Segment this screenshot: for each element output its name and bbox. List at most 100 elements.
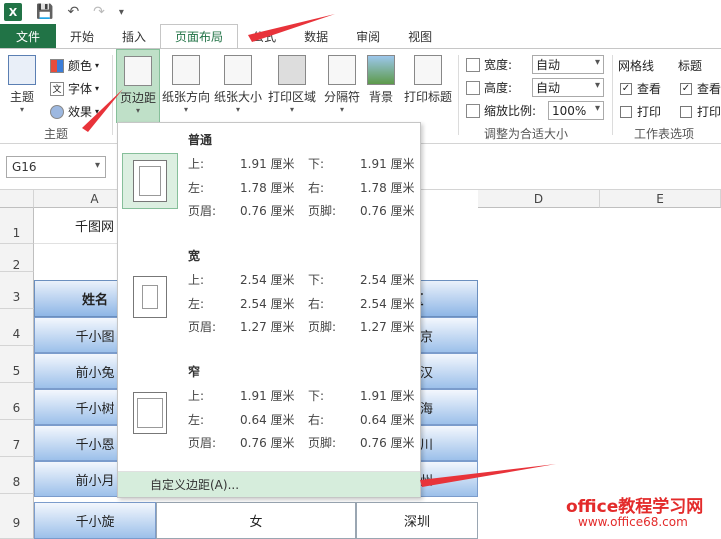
row-header[interactable]: 4 bbox=[0, 309, 34, 346]
scale-label: 缩放比例: bbox=[484, 104, 537, 118]
headings-print-label: 打印 bbox=[697, 105, 721, 119]
right-label: 右: bbox=[308, 181, 325, 195]
redo-icon[interactable]: ↷ bbox=[93, 4, 105, 20]
scale-spinner[interactable]: 100% bbox=[548, 101, 604, 120]
footer-value: 0.76 厘米 bbox=[360, 204, 415, 218]
themes-button[interactable]: 主题 ▾ bbox=[8, 49, 36, 114]
headings-view-checkbox[interactable]: ✓ 查看 bbox=[680, 80, 721, 97]
fonts-button[interactable]: 文 字体 ▾ bbox=[50, 80, 99, 97]
margins-button[interactable]: 页边距 ▾ bbox=[116, 49, 160, 123]
fonts-label: 字体 bbox=[68, 82, 93, 96]
header-label: 页眉: bbox=[188, 320, 217, 334]
left-value: 2.54 厘米 bbox=[240, 297, 295, 311]
chevron-down-icon: ▾ bbox=[135, 106, 140, 115]
margin-option-wide[interactable]: 宽 上: 2.54 厘米 下: 2.54 厘米 左: 2.54 厘米 右: 2.… bbox=[118, 239, 420, 351]
select-all-corner[interactable] bbox=[0, 190, 34, 208]
orientation-button[interactable]: 纸张方向 ▾ bbox=[162, 49, 210, 114]
gridlines-view-checkbox[interactable]: ✓ 查看 bbox=[620, 80, 661, 97]
bottom-label: 下: bbox=[308, 273, 325, 287]
customize-qat-icon[interactable]: ▾ bbox=[119, 7, 124, 18]
height-label: 高度: bbox=[484, 81, 513, 95]
height-icon bbox=[466, 80, 480, 95]
left-value: 0.64 厘米 bbox=[240, 413, 295, 427]
checkmark-icon: ✓ bbox=[620, 82, 632, 95]
footer-value: 1.27 厘米 bbox=[360, 320, 415, 334]
print-area-button[interactable]: 打印区域 ▾ bbox=[268, 49, 316, 114]
tab-file[interactable]: 文件 bbox=[0, 24, 57, 48]
table-cell-gender[interactable]: 女 bbox=[156, 502, 356, 539]
headings-heading: 标题 bbox=[678, 59, 703, 73]
row-header[interactable]: 9 bbox=[0, 494, 34, 539]
row-header[interactable]: 6 bbox=[0, 383, 34, 420]
header-label: 页眉: bbox=[188, 204, 217, 218]
table-cell-name[interactable]: 千小旋 bbox=[34, 502, 156, 539]
chevron-down-icon: ▾ bbox=[289, 105, 294, 114]
background-button[interactable]: 背景 bbox=[366, 49, 396, 105]
bottom-value: 1.91 厘米 bbox=[360, 157, 415, 171]
top-label: 上: bbox=[188, 273, 205, 287]
chevron-down-icon: ▾ bbox=[95, 84, 100, 93]
tab-formulas[interactable]: 公式 bbox=[238, 24, 290, 48]
footer-label: 页脚: bbox=[308, 204, 337, 218]
header-label: 页眉: bbox=[188, 436, 217, 450]
checkbox-empty-icon bbox=[680, 105, 692, 118]
right-value: 1.78 厘米 bbox=[360, 181, 415, 195]
watermark-url: www.office68.com bbox=[578, 515, 688, 529]
header-value: 1.27 厘米 bbox=[240, 320, 295, 334]
right-label: 右: bbox=[308, 297, 325, 311]
group-separator bbox=[458, 55, 459, 135]
tab-insert[interactable]: 插入 bbox=[108, 24, 160, 48]
column-header-d[interactable]: D bbox=[478, 190, 600, 208]
row-header[interactable]: 2 bbox=[0, 244, 34, 272]
row-header[interactable]: 5 bbox=[0, 346, 34, 383]
row-header[interactable]: 1 bbox=[0, 208, 34, 244]
row-header[interactable]: 8 bbox=[0, 457, 34, 494]
colors-icon bbox=[50, 58, 64, 73]
tab-page-layout[interactable]: 页面布局 bbox=[160, 24, 239, 49]
headings-print-checkbox[interactable]: 打印 bbox=[680, 103, 721, 120]
table-cell-region[interactable]: 深圳 bbox=[356, 502, 478, 539]
effects-button[interactable]: 效果 ▾ bbox=[50, 103, 99, 120]
custom-margins-item[interactable]: 自定义边距(A)... bbox=[118, 471, 420, 497]
left-label: 左: bbox=[188, 413, 205, 427]
breaks-button[interactable]: 分隔符 ▾ bbox=[320, 49, 364, 114]
bottom-value: 1.91 厘米 bbox=[360, 389, 415, 403]
right-label: 右: bbox=[308, 413, 325, 427]
group-separator bbox=[612, 55, 613, 135]
page-margins-icon bbox=[122, 269, 178, 325]
height-dropdown[interactable]: 自动 bbox=[532, 78, 604, 97]
gridlines-print-checkbox[interactable]: 打印 bbox=[620, 103, 661, 120]
margins-icon bbox=[124, 56, 152, 86]
margins-label: 页边距 bbox=[119, 91, 156, 105]
name-box[interactable]: G16 bbox=[6, 156, 106, 178]
group-separator bbox=[112, 55, 113, 135]
effects-label: 效果 bbox=[68, 105, 93, 119]
undo-icon[interactable]: ↶ bbox=[67, 4, 79, 20]
row-header[interactable]: 7 bbox=[0, 420, 34, 457]
print-titles-button[interactable]: 打印标题 bbox=[402, 49, 454, 105]
footer-label: 页脚: bbox=[308, 320, 337, 334]
tab-home[interactable]: 开始 bbox=[56, 24, 108, 48]
width-dropdown[interactable]: 自动 bbox=[532, 55, 604, 74]
size-label: 纸张大小 bbox=[214, 90, 263, 104]
column-header-e[interactable]: E bbox=[600, 190, 721, 208]
orientation-label: 纸张方向 bbox=[162, 90, 211, 104]
checkbox-empty-icon bbox=[620, 105, 632, 118]
picture-icon bbox=[367, 55, 395, 85]
width-icon bbox=[466, 57, 480, 72]
margin-option-normal[interactable]: 普通 上: 1.91 厘米 下: 1.91 厘米 左: 1.78 厘米 右: 1… bbox=[118, 123, 420, 235]
top-value: 1.91 厘米 bbox=[240, 157, 295, 171]
row-header[interactable]: 3 bbox=[0, 272, 34, 309]
right-value: 2.54 厘米 bbox=[360, 297, 415, 311]
excel-logo-icon: X bbox=[4, 3, 22, 21]
tab-view[interactable]: 视图 bbox=[394, 24, 446, 48]
colors-button[interactable]: 颜色 ▾ bbox=[50, 57, 99, 74]
top-label: 上: bbox=[188, 157, 205, 171]
size-button[interactable]: 纸张大小 ▾ bbox=[214, 49, 262, 114]
bottom-value: 2.54 厘米 bbox=[360, 273, 415, 287]
tab-review[interactable]: 审阅 bbox=[342, 24, 394, 48]
tab-data[interactable]: 数据 bbox=[290, 24, 342, 48]
save-icon[interactable]: 💾 bbox=[36, 4, 53, 20]
margin-option-narrow[interactable]: 窄 上: 1.91 厘米 下: 1.91 厘米 左: 0.64 厘米 右: 0.… bbox=[118, 355, 420, 467]
gridlines-heading: 网格线 bbox=[618, 59, 655, 73]
